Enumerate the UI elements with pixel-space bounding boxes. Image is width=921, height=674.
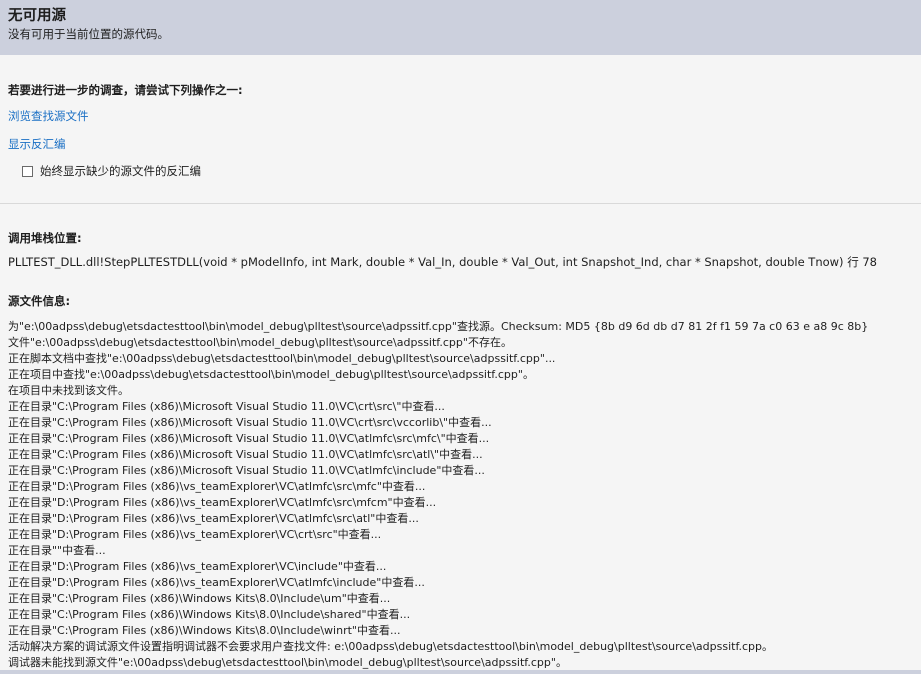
log-line: 正在目录"D:\Program Files (x86)\vs_teamExplo… — [8, 560, 387, 573]
source-info-heading: 源文件信息: — [8, 294, 71, 308]
log-line: 正在目录"D:\Program Files (x86)\vs_teamExplo… — [8, 576, 425, 589]
log-line: 为"e:\00adpss\debug\etsdactesttool\bin\mo… — [8, 320, 869, 333]
log-line: 正在目录"C:\Program Files (x86)\Windows Kits… — [8, 608, 411, 621]
actions-heading: 若要进行进一步的调查，请尝试下列操作之一: — [8, 83, 243, 97]
browse-source-link[interactable]: 浏览查找源文件 — [8, 108, 89, 124]
header-banner: 无可用源 没有可用于当前位置的源代码。 — [0, 0, 921, 55]
log-line: 正在脚本文档中查找"e:\00adpss\debug\etsdactesttoo… — [8, 352, 556, 365]
log-line: 正在目录"C:\Program Files (x86)\Windows Kits… — [8, 592, 391, 605]
section-divider — [0, 203, 921, 204]
log-line: 活动解决方案的调试源文件设置指明调试器不会要求用户查找文件: e:\00adps… — [8, 640, 774, 653]
log-line: 正在目录"C:\Program Files (x86)\Microsoft Vi… — [8, 448, 483, 461]
log-line: 正在目录"C:\Program Files (x86)\Microsoft Vi… — [8, 416, 492, 429]
callstack-heading: 调用堆栈位置: — [8, 231, 82, 245]
always-show-disassembly-label: 始终显示缺少的源文件的反汇编 — [40, 164, 201, 178]
log-line: 正在项目中查找"e:\00adpss\debug\etsdactesttool\… — [8, 368, 534, 381]
log-line: 正在目录"C:\Program Files (x86)\Windows Kits… — [8, 624, 401, 637]
page-title: 无可用源 — [8, 8, 66, 24]
callstack-location: PLLTEST_DLL.dll!StepPLLTESTDLL(void * pM… — [8, 255, 877, 269]
log-line: 正在目录"C:\Program Files (x86)\Microsoft Vi… — [8, 432, 490, 445]
log-line: 正在目录"C:\Program Files (x86)\Microsoft Vi… — [8, 400, 445, 413]
log-line: 正在目录"D:\Program Files (x86)\vs_teamExplo… — [8, 528, 382, 541]
page-subtitle: 没有可用于当前位置的源代码。 — [8, 27, 169, 41]
log-line: 正在目录""中查看... — [8, 544, 106, 557]
log-line: 正在目录"D:\Program Files (x86)\vs_teamExplo… — [8, 480, 426, 493]
log-line: 正在目录"D:\Program Files (x86)\vs_teamExplo… — [8, 512, 419, 525]
log-line: 正在目录"D:\Program Files (x86)\vs_teamExplo… — [8, 496, 437, 509]
always-show-disassembly-option[interactable]: 始终显示缺少的源文件的反汇编 — [22, 163, 201, 179]
bottom-edge — [0, 670, 921, 674]
always-show-disassembly-checkbox[interactable] — [22, 165, 33, 177]
log-line: 正在目录"C:\Program Files (x86)\Microsoft Vi… — [8, 464, 485, 477]
log-line: 在项目中未找到该文件。 — [8, 384, 129, 397]
log-line: 调试器未能找到源文件"e:\00adpss\debug\etsdactestto… — [8, 656, 567, 669]
log-line: 文件"e:\00adpss\debug\etsdactesttool\bin\m… — [8, 336, 512, 349]
show-disassembly-link[interactable]: 显示反汇编 — [8, 136, 66, 152]
source-info-log: 为"e:\00adpss\debug\etsdactesttool\bin\mo… — [8, 319, 868, 671]
